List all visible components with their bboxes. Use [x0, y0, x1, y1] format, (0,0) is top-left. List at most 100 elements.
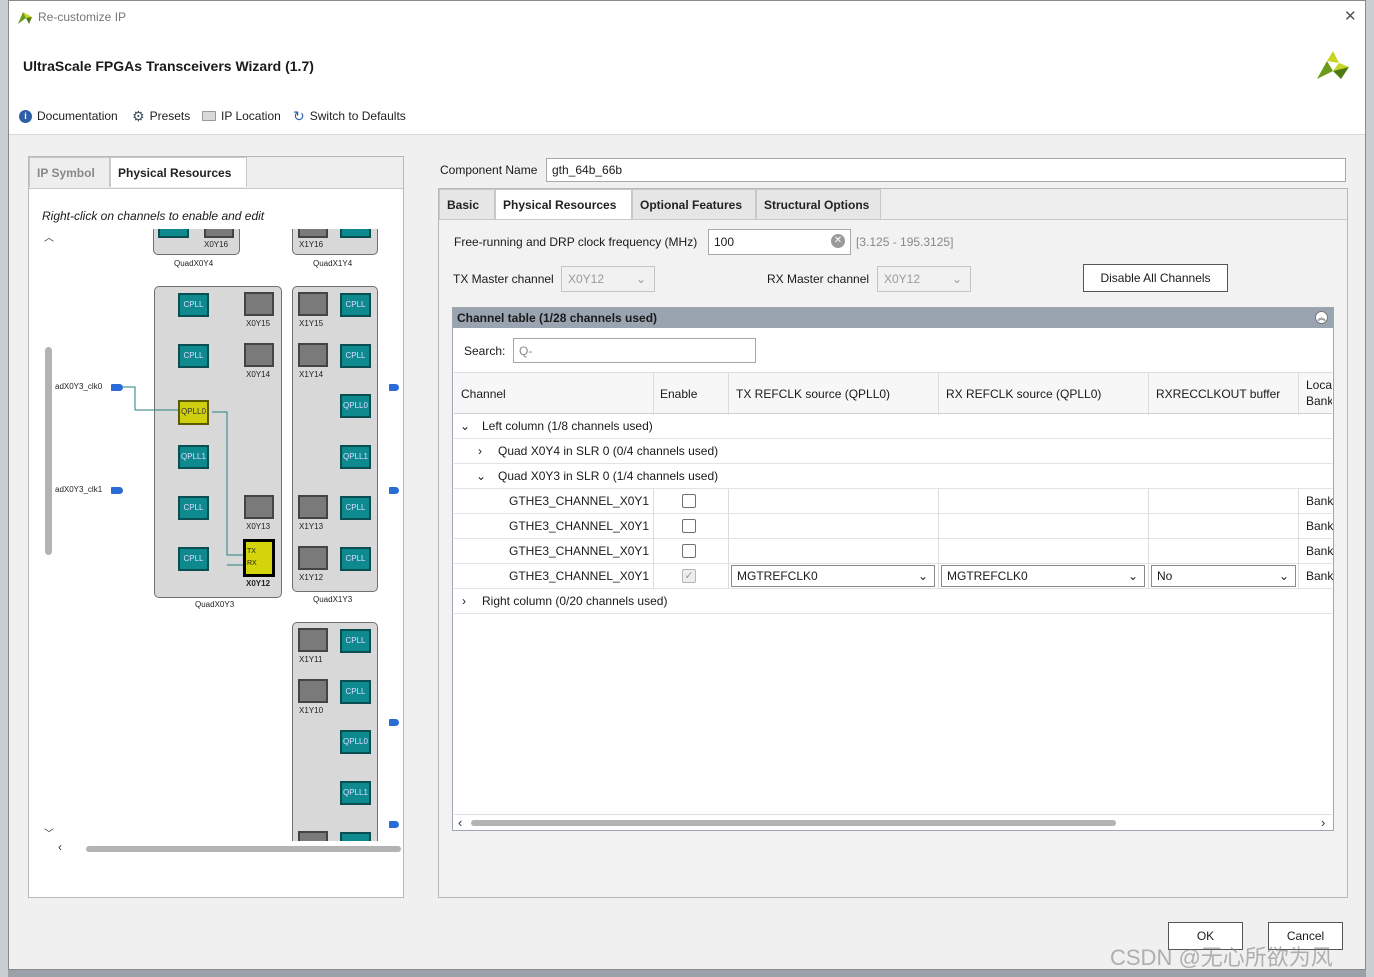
quad-x1y2[interactable]: X1Y11 CPLL X1Y10 CPLL QPLL0 QPLL1	[292, 622, 378, 841]
port-icon[interactable]	[389, 384, 399, 391]
scroll-down-icon[interactable]: ﹀	[44, 825, 54, 840]
col-tx-refclk[interactable]: TX REFCLK source (QPLL0)	[736, 387, 890, 401]
rxrecclkout-select[interactable]: No ⌄	[1151, 565, 1296, 587]
search-input[interactable]: Q-	[513, 338, 756, 363]
channel-label-x1y11: X1Y11	[299, 655, 323, 664]
channel-x1y13[interactable]	[298, 495, 328, 519]
refclk1-label: adX0Y3_clk1	[55, 485, 103, 494]
recustomize-ip-dialog: Re-customize IP ✕ UltraScale FPGAs Trans…	[8, 0, 1366, 970]
table-row-enabled[interactable]: GTHE3_CHANNEL_X0Y1 ✓ MGTREFCLK0 ⌄ MGTREF…	[454, 564, 1334, 589]
tab-physical-resources-left[interactable]: Physical Resources	[110, 157, 247, 187]
channel-x1y14[interactable]	[298, 343, 328, 367]
scroll-up-icon[interactable]: ︿	[44, 229, 54, 244]
diagram-hscrollbar[interactable]: ‹	[55, 840, 401, 855]
port-icon[interactable]	[389, 821, 399, 828]
qpll0-x1y3[interactable]: QPLL0	[340, 394, 371, 418]
quad-x0y3[interactable]: CPLL X0Y15 CPLL X0Y14 QPLL0 QPLL1 CPLL X…	[154, 286, 282, 598]
tab-basic[interactable]: Basic	[439, 189, 495, 219]
chevron-right-icon[interactable]: ›	[462, 589, 466, 613]
tx-refclk-select[interactable]: MGTREFCLK0 ⌄	[731, 565, 935, 587]
channel-name: GTHE3_CHANNEL_X0Y1	[509, 544, 650, 558]
tab-ip-symbol[interactable]: IP Symbol	[29, 157, 110, 187]
refclk1-port-icon[interactable]	[111, 487, 123, 494]
cpll-block[interactable]	[340, 229, 371, 238]
switch-to-defaults-button[interactable]: ↻ Switch to Defaults	[293, 109, 406, 123]
col-rx-refclk[interactable]: RX REFCLK source (QPLL0)	[946, 387, 1101, 401]
channel-x1y16[interactable]	[298, 229, 328, 238]
chevron-down-icon[interactable]: ⌄	[460, 414, 470, 438]
channel-x1y11[interactable]	[298, 628, 328, 652]
table-row[interactable]: GTHE3_CHANNEL_X0Y1 Bank	[454, 514, 1333, 539]
qpll1-x1y2[interactable]: QPLL1	[340, 781, 371, 805]
channel-x1y12[interactable]	[298, 546, 328, 570]
quad-x1y4[interactable]: X1Y16	[292, 229, 378, 255]
channel-x1y9[interactable]	[298, 831, 328, 841]
col-channel[interactable]: Channel	[461, 387, 506, 401]
quad-x0y4[interactable]: X0Y16	[153, 229, 240, 255]
scroll-left-icon[interactable]: ‹	[458, 815, 462, 830]
component-name-input[interactable]: gth_64b_66b	[546, 158, 1346, 182]
cpll-x1y10[interactable]: CPLL	[340, 680, 371, 704]
qpll0-x1y2[interactable]: QPLL0	[340, 730, 371, 754]
bank-cell: Bank	[1306, 569, 1334, 583]
enable-checkbox[interactable]	[682, 519, 696, 533]
diagram-vscrollbar[interactable]: ︿ ﹀	[43, 229, 55, 841]
group-quad-x0y4[interactable]: › Quad X0Y4 in SLR 0 (0/4 channels used)	[454, 439, 1332, 464]
scroll-right-icon[interactable]: ›	[1321, 815, 1325, 830]
cpll-block[interactable]	[158, 229, 189, 238]
freq-input[interactable]: 100	[708, 229, 851, 255]
cpll-x1y9[interactable]	[340, 832, 371, 841]
tab-physical-resources[interactable]: Physical Resources	[495, 189, 632, 219]
ip-location-button[interactable]: IP Location	[202, 109, 281, 123]
table-hscroll-thumb[interactable]	[471, 820, 1116, 826]
clear-icon[interactable]: ✕	[831, 234, 845, 248]
cpll-x1y14[interactable]: CPLL	[340, 344, 371, 368]
channel-table-titlebar: Channel table (1/28 channels used) ︽	[453, 308, 1333, 328]
group-right-column[interactable]: › Right column (0/20 channels used)	[454, 589, 1332, 614]
channel-name: GTHE3_CHANNEL_X0Y1	[509, 519, 650, 533]
port-icon[interactable]	[389, 487, 399, 494]
quad-x1y3[interactable]: X1Y15 CPLL X1Y14 CPLL QPLL0 QPLL1 X1Y13 …	[292, 286, 378, 592]
table-hscrollbar[interactable]: ‹ ›	[454, 814, 1332, 830]
vscroll-thumb[interactable]	[45, 347, 52, 555]
qpll1-x1y3[interactable]: QPLL1	[340, 445, 371, 469]
group-quad-x0y3[interactable]: ⌄ Quad X0Y3 in SLR 0 (1/4 channels used)	[454, 464, 1332, 489]
group-right-label: Right column (0/20 channels used)	[482, 594, 668, 608]
cpll-x1y11[interactable]: CPLL	[340, 629, 371, 653]
channel-label-x1y16: X1Y16	[299, 240, 324, 249]
enable-checkbox[interactable]	[682, 494, 696, 508]
channel-x1y15[interactable]	[298, 292, 328, 316]
hscroll-thumb[interactable]	[86, 846, 401, 852]
col-rxrecclkout[interactable]: RXRECCLKOUT buffer	[1156, 387, 1280, 401]
cpll-x1y13[interactable]: CPLL	[340, 496, 371, 520]
disable-all-channels-button[interactable]: Disable All Channels	[1083, 264, 1228, 292]
watermark: CSDN @无心所欲为风	[1110, 945, 1333, 970]
refclk0-port-icon[interactable]	[111, 384, 123, 391]
chevron-down-icon: ⌄	[1278, 569, 1289, 583]
group-left-column[interactable]: ⌄ Left column (1/8 channels used)	[454, 414, 1332, 439]
channel-x1y10[interactable]	[298, 679, 328, 703]
scroll-left-icon[interactable]: ‹	[58, 840, 62, 854]
presets-button[interactable]: ⚙ Presets	[132, 109, 190, 123]
documentation-button[interactable]: i Documentation	[19, 109, 118, 123]
chevron-down-icon[interactable]: ⌄	[476, 464, 486, 488]
tab-structural-options[interactable]: Structural Options	[756, 189, 881, 219]
col-enable[interactable]: Enable	[660, 387, 697, 401]
rx-refclk-select[interactable]: MGTREFCLK0 ⌄	[941, 565, 1145, 587]
col-location-bank[interactable]: Loca Bank	[1306, 377, 1332, 409]
port-icon[interactable]	[389, 719, 399, 726]
enable-checkbox[interactable]	[682, 544, 696, 558]
cpll-x1y15[interactable]: CPLL	[340, 293, 371, 317]
channel-x0y16[interactable]	[204, 229, 234, 238]
chevron-right-icon[interactable]: ›	[478, 439, 482, 463]
collapse-icon[interactable]: ︽	[1315, 311, 1328, 324]
xilinx-logo-icon	[1317, 51, 1349, 79]
tab-optional-features[interactable]: Optional Features	[632, 189, 756, 219]
group-quad-x0y3-label: Quad X0Y3 in SLR 0 (1/4 channels used)	[498, 469, 719, 483]
table-row[interactable]: GTHE3_CHANNEL_X0Y1 Bank	[454, 539, 1333, 564]
tx-master-select: X0Y12 ⌄	[561, 266, 655, 292]
close-icon[interactable]: ✕	[1344, 7, 1357, 25]
cpll-x1y12[interactable]: CPLL	[340, 547, 371, 571]
left-panel: IP Symbol Physical Resources Right-click…	[28, 156, 404, 898]
table-row[interactable]: GTHE3_CHANNEL_X0Y1 Bank	[454, 489, 1333, 514]
